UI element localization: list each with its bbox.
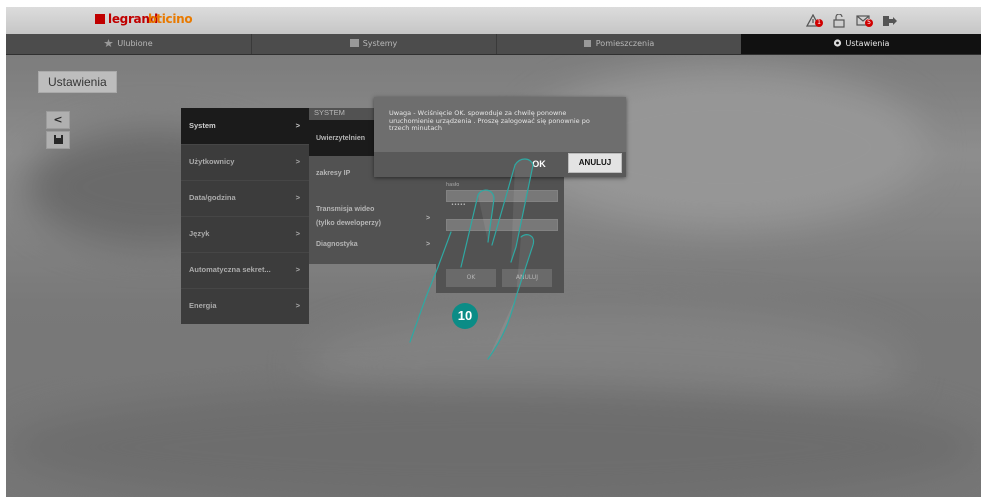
step-number-badge: 10	[452, 303, 478, 329]
tap-hand-illustration	[409, 158, 535, 360]
app-screen: legrand bticino 1 5 Ulubione Systemy Pom…	[6, 7, 981, 497]
